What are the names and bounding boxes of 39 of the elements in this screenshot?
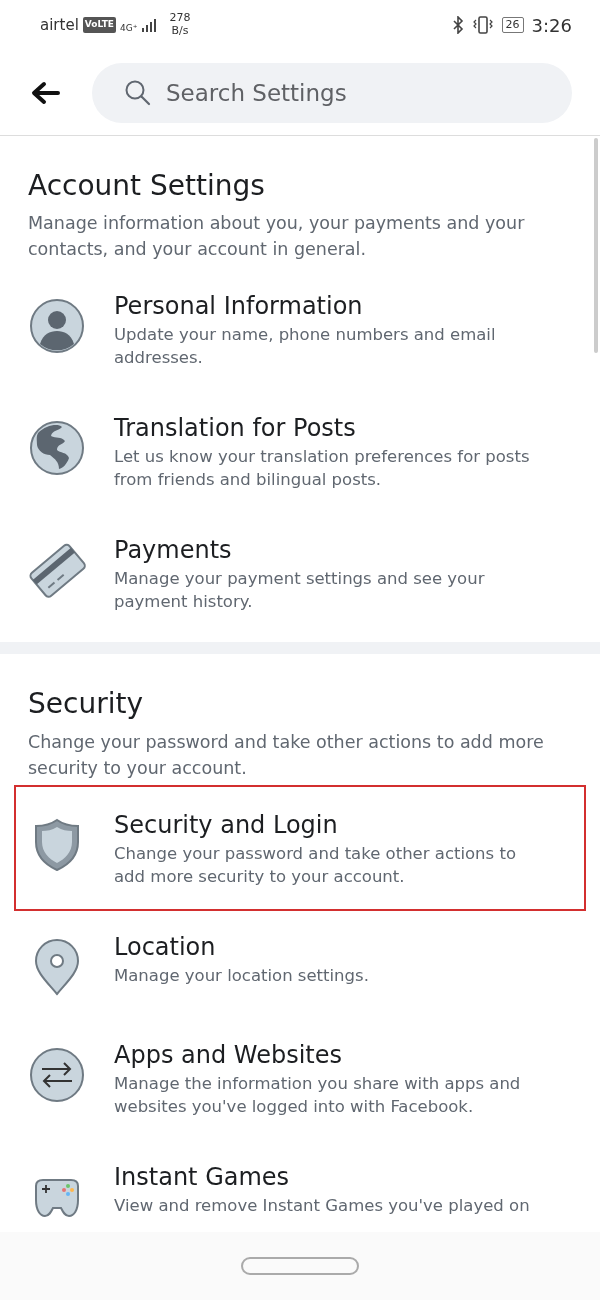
- item-description: Change your password and take other actions to add more security to your account.: [114, 842, 517, 888]
- item-title: Instant Games: [114, 1161, 291, 1193]
- vibrate-icon: [471, 16, 494, 34]
- settings-item[interactable]: Payments Manage your payment settings and see your payment history.: [16, 512, 584, 635]
- volte-badge: VoLTE: [82, 17, 116, 33]
- item-description: Manage your payment settings and see your payment history.: [114, 568, 486, 614]
- clock-time: 3:26: [531, 13, 572, 38]
- item-title: Security and Login: [114, 809, 339, 841]
- item-description: Manage your location settings.: [114, 964, 370, 987]
- section-title: Account Settings: [28, 168, 266, 204]
- item-description: Let us know your translation preferences for posts from friends and bilingual posts.: [114, 446, 531, 492]
- network-speed: 278 B/s: [169, 12, 191, 38]
- settings-item[interactable]: Instant Games View and remove Instant Games you've played on: [16, 1138, 584, 1230]
- item-title: Personal Information: [114, 291, 364, 323]
- bluetooth-icon: [451, 16, 464, 34]
- carrier-name: airtel: [40, 14, 79, 36]
- section-description: Manage information about you, your payments and your contacts, and your account in general.: [28, 212, 526, 262]
- settings-item[interactable]: Personal Information Update your name, phone numbers and email addresses.: [16, 268, 584, 391]
- globe-icon: [28, 419, 86, 478]
- network-type: 4G⁺: [120, 24, 138, 33]
- item-description: Manage the information you share with apps and websites you've logged into with Facebook.: [114, 1072, 522, 1118]
- settings-item[interactable]: Location Manage your location settings.: [16, 908, 584, 1017]
- settings-item[interactable]: Apps and Websites Manage the information you share with apps and websites you've logged into with Facebook.: [16, 1016, 584, 1139]
- item-description: View and remove Instant Games you've played on: [114, 1194, 531, 1217]
- section-description: Change your password and take other actions to add more security to your account.: [28, 730, 545, 780]
- swap-arrows-icon: [28, 1045, 86, 1104]
- item-title: Payments: [114, 535, 233, 567]
- search-field[interactable]: Search Settings: [92, 62, 572, 123]
- back-arrow-icon[interactable]: [30, 80, 60, 105]
- settings-item[interactable]: Translation for Posts Let us know your translation preferences for posts from friends and bilingual posts.: [16, 390, 584, 513]
- settings-item[interactable]: Security and Login Change your password and take other actions to add more security to your account.: [16, 786, 584, 909]
- item-title: Apps and Websites: [114, 1039, 343, 1071]
- item-description: Update your name, phone numbers and email addresses.: [114, 324, 497, 370]
- signal-icon: [141, 17, 158, 33]
- person-icon: [28, 297, 86, 356]
- item-title: Translation for Posts: [114, 413, 357, 445]
- item-title: Location: [114, 931, 217, 963]
- section-title: Security: [28, 686, 144, 723]
- battery-level: 26: [501, 17, 524, 33]
